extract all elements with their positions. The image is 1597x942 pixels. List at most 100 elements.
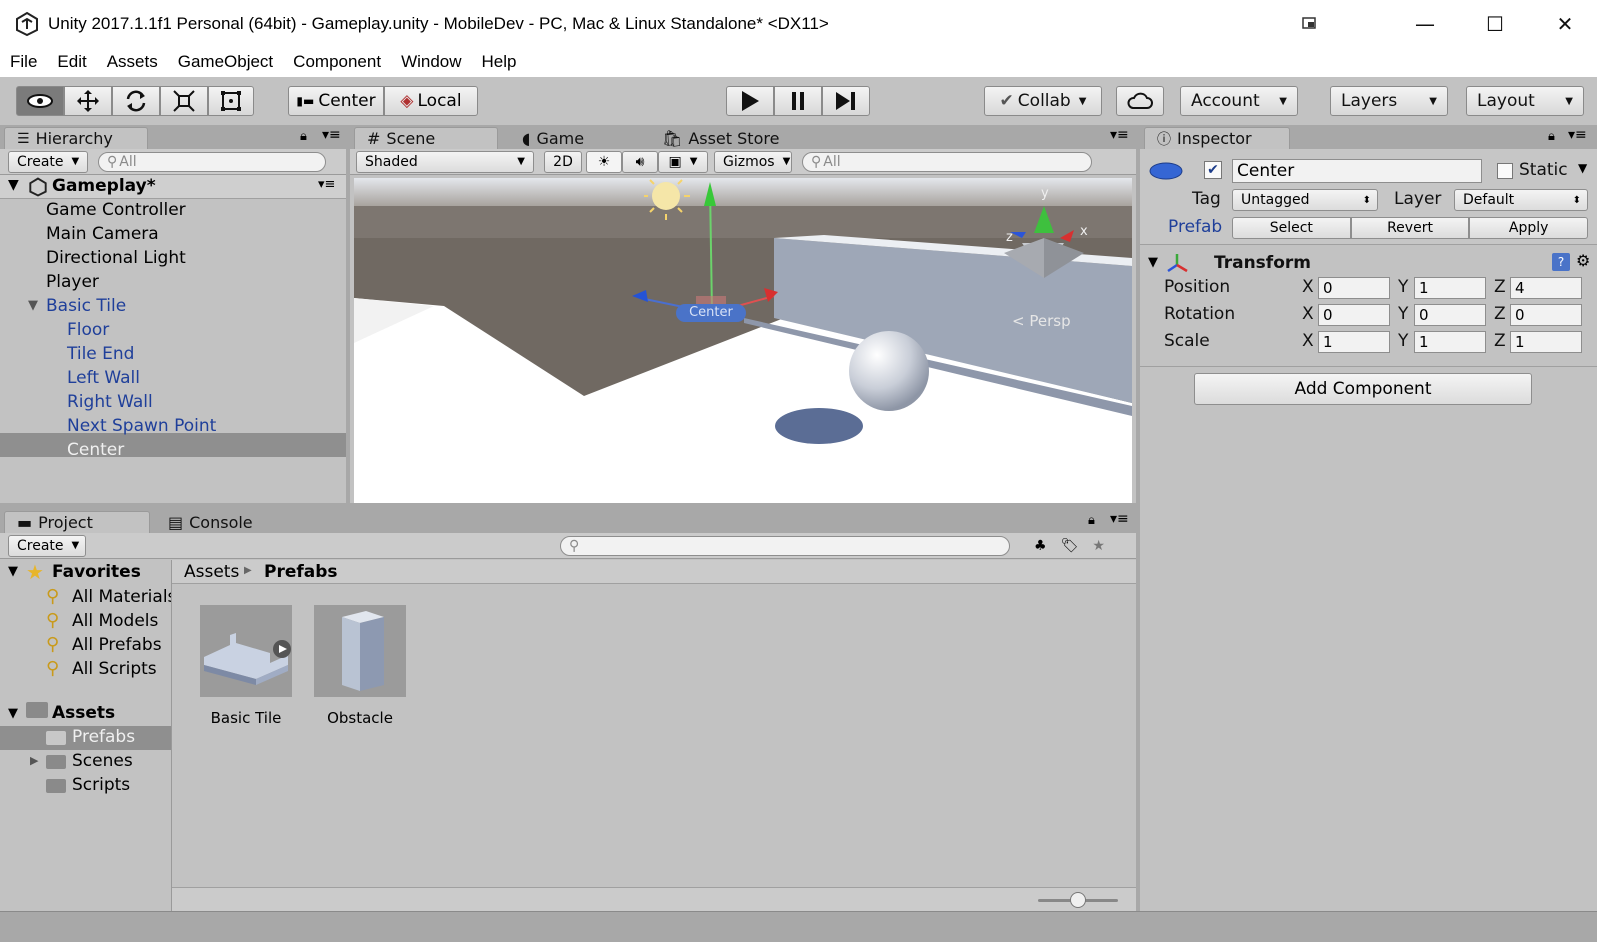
panel-menu-icon[interactable]: ▾≡ xyxy=(1110,511,1129,527)
view-tool-button[interactable] xyxy=(16,86,64,116)
hierarchy-item[interactable]: ▼ Basic Tile xyxy=(0,295,346,319)
object-name-input[interactable]: Center xyxy=(1232,159,1482,183)
axis-label-z[interactable]: Z xyxy=(1494,304,1506,324)
menu-window[interactable]: Window xyxy=(391,52,471,72)
pause-button[interactable] xyxy=(774,86,822,116)
expand-arrow-icon[interactable]: ▶ xyxy=(30,754,38,767)
axis-label-x[interactable]: X xyxy=(1302,277,1314,297)
transform-z-input[interactable]: 1 xyxy=(1510,331,1582,353)
hierarchy-item[interactable]: Center xyxy=(0,439,346,463)
gear-icon[interactable]: ⚙ xyxy=(1576,251,1590,270)
transform-x-input[interactable]: 0 xyxy=(1318,304,1390,326)
transform-x-input[interactable]: 0 xyxy=(1318,277,1390,299)
restore-window-icon[interactable] xyxy=(1290,0,1330,47)
play-button[interactable] xyxy=(726,86,774,116)
favorite-item[interactable]: ⚲ All Materials xyxy=(0,586,171,610)
transform-y-input[interactable]: 1 xyxy=(1414,331,1486,353)
pivot-mode-button[interactable]: ▮▬ Center xyxy=(288,86,384,116)
prefab-select-button[interactable]: Select xyxy=(1232,217,1351,239)
folder-item[interactable]: ▶ Scenes xyxy=(0,750,171,774)
shading-mode-dropdown[interactable]: Shaded ▼ xyxy=(356,150,534,173)
tab-game[interactable]: ◖ Game xyxy=(510,127,596,149)
cloud-button[interactable] xyxy=(1116,86,1164,116)
pivot-rotation-button[interactable]: ◈ Local xyxy=(384,86,478,116)
transform-z-input[interactable]: 0 xyxy=(1510,304,1582,326)
favorite-star-icon[interactable]: ★ xyxy=(1092,538,1105,554)
favorite-item[interactable]: ⚲ All Prefabs xyxy=(0,634,171,658)
expand-arrow-icon[interactable]: ▼ xyxy=(1148,255,1158,270)
scene-header-row[interactable]: ▼ Gameplay* ▾≡ xyxy=(0,175,346,199)
menu-gameobject[interactable]: GameObject xyxy=(168,52,283,72)
add-component-button[interactable]: Add Component xyxy=(1194,373,1532,405)
2d-toggle-button[interactable]: 2D xyxy=(544,150,582,173)
hierarchy-item[interactable]: Right Wall xyxy=(0,391,346,415)
scene-lighting-toggle[interactable]: ☀ xyxy=(586,150,622,173)
account-dropdown[interactable]: Account ▼ xyxy=(1180,86,1298,116)
folder-item[interactable]: Prefabs xyxy=(0,726,171,750)
breadcrumb-assets[interactable]: Assets xyxy=(184,562,239,582)
folder-item[interactable]: Scripts xyxy=(0,774,171,798)
menu-file[interactable]: File xyxy=(0,52,47,72)
panel-menu-icon[interactable]: ▾≡ xyxy=(1110,127,1129,143)
scene-search-input[interactable]: ⚲ All xyxy=(802,151,1092,172)
hierarchy-item[interactable]: Main Camera xyxy=(0,223,346,247)
panel-menu-icon[interactable]: ▾≡ xyxy=(1568,127,1587,143)
scene-viewport[interactable]: Center < Persp y x z xyxy=(354,178,1132,503)
hierarchy-item[interactable]: Tile End xyxy=(0,343,346,367)
move-tool-button[interactable] xyxy=(64,86,112,116)
prefab-apply-button[interactable]: Apply xyxy=(1469,217,1589,239)
hierarchy-create-button[interactable]: Create ▼ xyxy=(8,150,88,173)
axis-label-x[interactable]: X xyxy=(1302,331,1314,351)
scene-menu-icon[interactable]: ▾≡ xyxy=(318,177,335,192)
layers-dropdown[interactable]: Layers ▼ xyxy=(1330,86,1448,116)
static-dropdown-icon[interactable]: ▼ xyxy=(1578,161,1587,175)
hierarchy-item[interactable]: Game Controller xyxy=(0,199,346,223)
transform-y-input[interactable]: 1 xyxy=(1414,277,1486,299)
axis-label-z[interactable]: Z xyxy=(1494,331,1506,351)
transform-y-input[interactable]: 0 xyxy=(1414,304,1486,326)
scene-audio-toggle[interactable]: 🔊︎ xyxy=(622,150,658,173)
slider-handle[interactable] xyxy=(1070,892,1086,908)
asset-obstacle[interactable]: Obstacle xyxy=(314,605,406,727)
scale-tool-button[interactable] xyxy=(160,86,208,116)
expand-arrow-icon[interactable]: ▼ xyxy=(8,177,19,193)
asset-basic-tile[interactable]: Basic Tile xyxy=(200,605,292,727)
menu-help[interactable]: Help xyxy=(472,52,527,72)
lock-icon[interactable]: 🔒︎ xyxy=(1548,129,1555,144)
project-create-button[interactable]: Create ▼ xyxy=(8,534,86,557)
minimize-button[interactable]: — xyxy=(1395,0,1455,47)
collab-dropdown[interactable]: ✔ Collab ▼ xyxy=(984,86,1102,116)
hierarchy-item[interactable]: Floor xyxy=(0,319,346,343)
tab-console[interactable]: ▤ Console xyxy=(156,511,265,533)
tab-asset-store[interactable]: 🛍︎ Asset Store xyxy=(650,127,791,149)
transform-x-input[interactable]: 1 xyxy=(1318,331,1390,353)
maximize-button[interactable]: ☐ xyxy=(1465,0,1525,47)
tab-scene[interactable]: # Scene xyxy=(354,127,498,149)
filter-by-label-icon[interactable]: 🏷︎ xyxy=(1061,538,1079,554)
lock-icon[interactable]: 🔒︎ xyxy=(1088,513,1095,528)
expand-arrow-icon[interactable]: ▼ xyxy=(8,564,18,579)
expand-arrow-icon[interactable]: ▼ xyxy=(8,706,18,721)
favorite-item[interactable]: ⚲ All Scripts xyxy=(0,658,171,682)
transform-z-input[interactable]: 4 xyxy=(1510,277,1582,299)
layer-dropdown[interactable]: Default ⬍ xyxy=(1454,189,1588,211)
breadcrumb-prefabs[interactable]: Prefabs xyxy=(264,562,338,582)
menu-assets[interactable]: Assets xyxy=(97,52,168,72)
projection-label[interactable]: < Persp xyxy=(1012,312,1071,330)
active-checkbox[interactable]: ✔ xyxy=(1204,161,1222,179)
tag-dropdown[interactable]: Untagged ⬍ xyxy=(1232,189,1378,211)
panel-menu-icon[interactable]: ▾≡ xyxy=(322,127,341,143)
axis-label-y[interactable]: Y xyxy=(1398,277,1408,297)
rect-tool-button[interactable] xyxy=(208,86,254,116)
axis-label-x[interactable]: X xyxy=(1302,304,1314,324)
hierarchy-item[interactable]: Next Spawn Point xyxy=(0,415,346,439)
tab-hierarchy[interactable]: ☰ Hierarchy xyxy=(4,127,148,149)
hierarchy-item[interactable]: Player xyxy=(0,271,346,295)
axis-label-z[interactable]: Z xyxy=(1494,277,1506,297)
static-checkbox[interactable] xyxy=(1497,163,1513,179)
expand-arrow-icon[interactable]: ▼ xyxy=(28,298,38,313)
hierarchy-item[interactable]: Left Wall xyxy=(0,367,346,391)
hierarchy-search-input[interactable]: ⚲ All xyxy=(98,151,326,172)
menu-edit[interactable]: Edit xyxy=(47,52,96,72)
layout-dropdown[interactable]: Layout ▼ xyxy=(1466,86,1584,116)
